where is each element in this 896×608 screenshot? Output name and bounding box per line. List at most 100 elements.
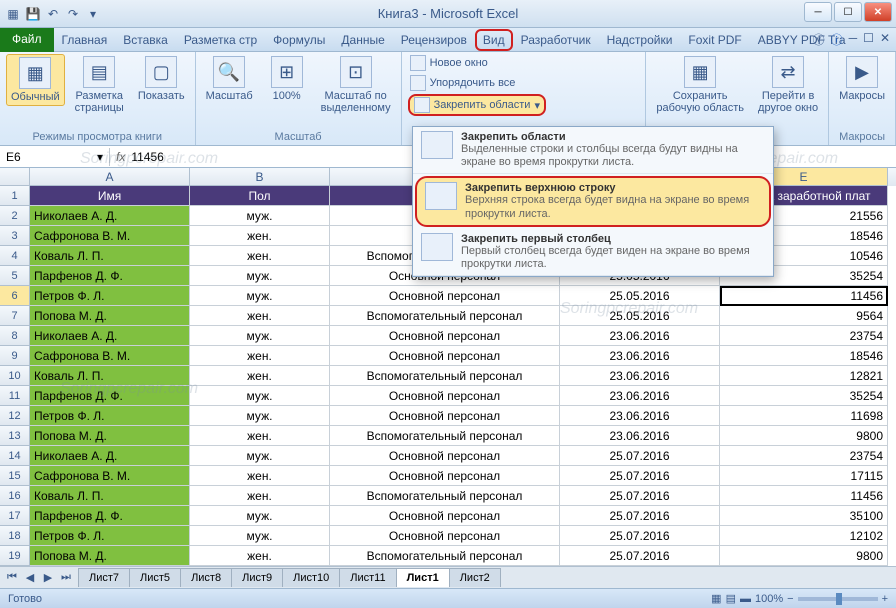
view-break-icon[interactable]: ▬ (740, 593, 751, 605)
maximize-button[interactable]: ☐ (834, 2, 862, 22)
row-header-9[interactable]: 9 (0, 346, 30, 366)
row-header-2[interactable]: 2 (0, 206, 30, 226)
cell[interactable]: 25.07.2016 (560, 546, 720, 566)
cell[interactable]: Основной персонал (330, 466, 560, 486)
cell[interactable]: Вспомогательный персонал (330, 426, 560, 446)
row-header-16[interactable]: 16 (0, 486, 30, 506)
cell[interactable]: 25.07.2016 (560, 466, 720, 486)
cell[interactable]: жен. (190, 366, 330, 386)
cell[interactable]: 25.07.2016 (560, 526, 720, 546)
cell[interactable]: муж. (190, 526, 330, 546)
cell[interactable]: 25.07.2016 (560, 486, 720, 506)
cell[interactable]: 23.06.2016 (560, 426, 720, 446)
formula-input[interactable]: 11456 (131, 150, 163, 164)
zoom-slider[interactable] (798, 597, 878, 601)
sheet-tab-Лист11[interactable]: Лист11 (339, 568, 396, 587)
cell[interactable]: Основной персонал (330, 406, 560, 426)
cell[interactable]: 18546 (720, 346, 888, 366)
sheet-tab-Лист10[interactable]: Лист10 (282, 568, 340, 587)
zoom-thumb[interactable] (836, 593, 842, 605)
cell[interactable]: Основной персонал (330, 526, 560, 546)
help-icon[interactable]: ⓘ (831, 31, 843, 48)
cell[interactable]: 35254 (720, 386, 888, 406)
header-cell[interactable]: Имя (30, 186, 190, 206)
tab-Разметка стр[interactable]: Разметка стр (176, 29, 265, 51)
cell[interactable]: 9800 (720, 546, 888, 566)
cell[interactable]: Сафронова В. М. (30, 226, 190, 246)
tab-Формулы[interactable]: Формулы (265, 29, 333, 51)
cell[interactable]: Основной персонал (330, 446, 560, 466)
sheet-tab-Лист1[interactable]: Лист1 (396, 568, 450, 587)
cell[interactable]: 12821 (720, 366, 888, 386)
row-header-3[interactable]: 3 (0, 226, 30, 246)
cell[interactable]: жен. (190, 226, 330, 246)
page-layout-button[interactable]: ▤ Разметка страницы (71, 54, 128, 116)
row-header-1[interactable]: 1 (0, 186, 30, 206)
row-header-17[interactable]: 17 (0, 506, 30, 526)
cell[interactable]: муж. (190, 446, 330, 466)
cell[interactable]: Основной персонал (330, 506, 560, 526)
freeze-option-1[interactable]: Закрепить верхнюю строкуВерхняя строка в… (415, 176, 771, 226)
row-header-15[interactable]: 15 (0, 466, 30, 486)
cell[interactable]: 23.06.2016 (560, 346, 720, 366)
cell[interactable]: 25.07.2016 (560, 446, 720, 466)
cell[interactable]: 12102 (720, 526, 888, 546)
cell[interactable]: Вспомогательный персонал (330, 486, 560, 506)
undo-icon[interactable]: ↶ (44, 5, 62, 23)
wb-close-icon[interactable]: ✕ (880, 31, 890, 48)
row-header-11[interactable]: 11 (0, 386, 30, 406)
cell[interactable]: муж. (190, 506, 330, 526)
tab-Данные[interactable]: Данные (333, 29, 392, 51)
cell[interactable]: 23.06.2016 (560, 326, 720, 346)
row-header-13[interactable]: 13 (0, 426, 30, 446)
cell[interactable]: муж. (190, 386, 330, 406)
cell[interactable]: Основной персонал (330, 346, 560, 366)
zoom-100-button[interactable]: ⊞ 100% (263, 54, 311, 104)
cell[interactable]: Попова М. Д. (30, 546, 190, 566)
cell[interactable]: Вспомогательный персонал (330, 546, 560, 566)
cell[interactable]: Николаев А. Д. (30, 446, 190, 466)
minimize-button[interactable]: ─ (804, 2, 832, 22)
row-header-7[interactable]: 7 (0, 306, 30, 326)
sheet-tab-Лист9[interactable]: Лист9 (231, 568, 283, 587)
cell[interactable]: муж. (190, 406, 330, 426)
sheet-nav-first[interactable]: ⏮ (4, 571, 20, 584)
view-normal-icon[interactable]: ▦ (711, 592, 721, 605)
zoom-selection-button[interactable]: ⊡ Масштаб по выделенному (317, 54, 395, 116)
cell[interactable]: Коваль Л. П. (30, 486, 190, 506)
freeze-option-0[interactable]: Закрепить областиВыделенные строки и сто… (413, 127, 773, 174)
select-all-corner[interactable] (0, 168, 30, 186)
header-cell[interactable]: Пол (190, 186, 330, 206)
fx-icon[interactable]: fx (116, 150, 125, 164)
save-workspace-button[interactable]: ▦ Сохранить рабочую область (652, 54, 748, 116)
row-header-5[interactable]: 5 (0, 266, 30, 286)
freeze-option-2[interactable]: Закрепить первый столбецПервый столбец в… (413, 229, 773, 276)
cell[interactable]: жен. (190, 246, 330, 266)
cell[interactable]: Вспомогательный персонал (330, 306, 560, 326)
sheet-tab-Лист8[interactable]: Лист8 (180, 568, 232, 587)
cell[interactable]: Петров Ф. Л. (30, 406, 190, 426)
cell[interactable]: 23.06.2016 (560, 366, 720, 386)
cell[interactable]: 11456 (720, 486, 888, 506)
show-button[interactable]: ▢ Показать (134, 54, 189, 104)
name-box[interactable]: E6▾ (0, 148, 110, 166)
row-header-19[interactable]: 19 (0, 546, 30, 566)
minimize-ribbon-icon[interactable]: ⓥ (813, 31, 825, 48)
cell[interactable]: Основной персонал (330, 286, 560, 306)
macros-button[interactable]: ▶ Макросы (835, 54, 889, 104)
cell[interactable]: жен. (190, 486, 330, 506)
new-window-button[interactable]: Новое окно (408, 54, 490, 72)
cell[interactable]: жен. (190, 546, 330, 566)
tab-Разработчик[interactable]: Разработчик (513, 29, 599, 51)
cell[interactable]: муж. (190, 266, 330, 286)
cell[interactable]: Парфенов Д. Ф. (30, 266, 190, 286)
file-tab[interactable]: Файл (0, 28, 54, 52)
cell[interactable]: Петров Ф. Л. (30, 526, 190, 546)
cell[interactable]: 25.05.2016 (560, 286, 720, 306)
wb-minimize-icon[interactable]: ─ (849, 31, 858, 48)
wb-restore-icon[interactable]: ☐ (863, 31, 874, 48)
cell[interactable]: Основной персонал (330, 386, 560, 406)
cell[interactable]: 9800 (720, 426, 888, 446)
cell[interactable]: жен. (190, 426, 330, 446)
chevron-down-icon[interactable]: ▾ (97, 150, 103, 164)
